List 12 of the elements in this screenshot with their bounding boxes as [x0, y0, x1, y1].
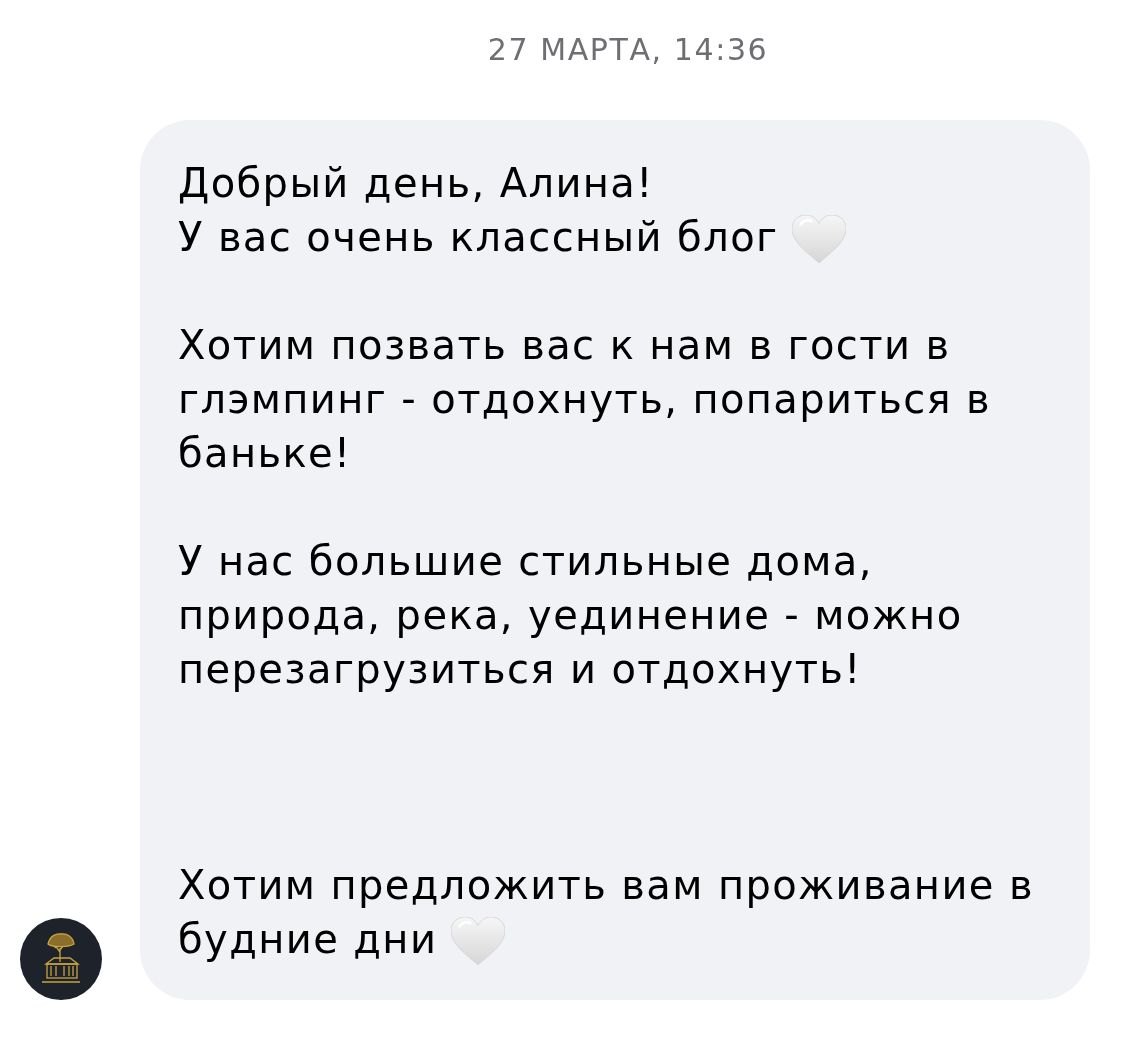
message-line: Хотим позвать вас к нам в гости в — [178, 321, 951, 370]
message-line: будние дни — [178, 915, 438, 964]
message-line: глэмпинг - отдохнуть, попариться в — [178, 375, 992, 424]
message-line: У нас большие стильные дома, — [178, 537, 873, 586]
message-line: У вас очень классный блог — [178, 213, 779, 262]
avatar-icon — [20, 918, 102, 1000]
message-line: перезагрузиться и отдохнуть! — [178, 645, 862, 694]
message-line: природа, река, уединение - можно — [178, 591, 963, 640]
message-line: Добрый день, Алина! — [178, 159, 654, 208]
message-line: Хотим предложить вам проживание в — [178, 861, 1034, 910]
message-timestamp: 27 МАРТА, 14:36 — [487, 32, 769, 68]
message-line: баньке! — [178, 429, 352, 478]
